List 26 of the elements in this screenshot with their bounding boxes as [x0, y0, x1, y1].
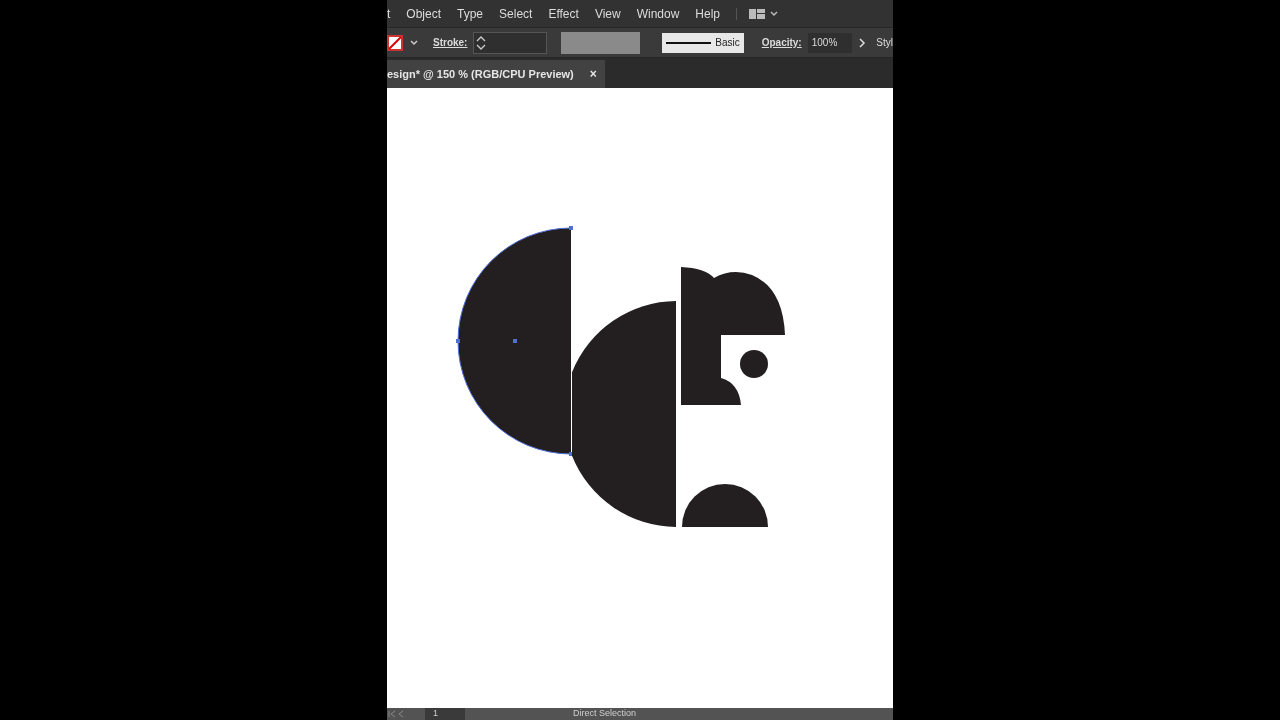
style-label: Styl: [876, 36, 893, 50]
opacity-label: Opacity:: [761, 36, 802, 50]
selected-half-circle[interactable]: [456, 226, 573, 456]
menu-item[interactable]: Select: [499, 4, 533, 23]
menu-item[interactable]: Effect: [548, 4, 579, 23]
stroke-swatch-icon[interactable]: [387, 34, 403, 51]
variable-width-field[interactable]: [560, 31, 640, 54]
menu-item[interactable]: View: [594, 4, 621, 23]
geometric-shape[interactable]: [681, 267, 785, 405]
current-tool-label: Direct Selection: [573, 707, 637, 720]
menu-item[interactable]: Object: [406, 4, 442, 23]
circle[interactable]: [740, 350, 768, 378]
menu-item[interactable]: t: [387, 4, 391, 23]
caret-icon[interactable]: [409, 38, 419, 47]
workspace-switcher-icon[interactable]: [736, 7, 780, 20]
menu-item[interactable]: Help: [695, 4, 721, 23]
menu-item[interactable]: Window: [636, 4, 680, 23]
opacity-field[interactable]: 100%: [807, 32, 853, 53]
stroke-label: Stroke:: [433, 36, 468, 50]
menu-item[interactable]: Type: [457, 4, 484, 23]
chevron-right-icon[interactable]: [858, 37, 867, 48]
stroke-weight-field[interactable]: [473, 31, 547, 54]
brush-dropdown[interactable]: Basic: [661, 32, 744, 53]
stroke-line-icon: [665, 40, 712, 45]
close-tab-button[interactable]: ×: [589, 65, 597, 83]
document-tab[interactable]: esign* @ 150 % (RGB/CPU Preview) ×: [387, 60, 605, 88]
